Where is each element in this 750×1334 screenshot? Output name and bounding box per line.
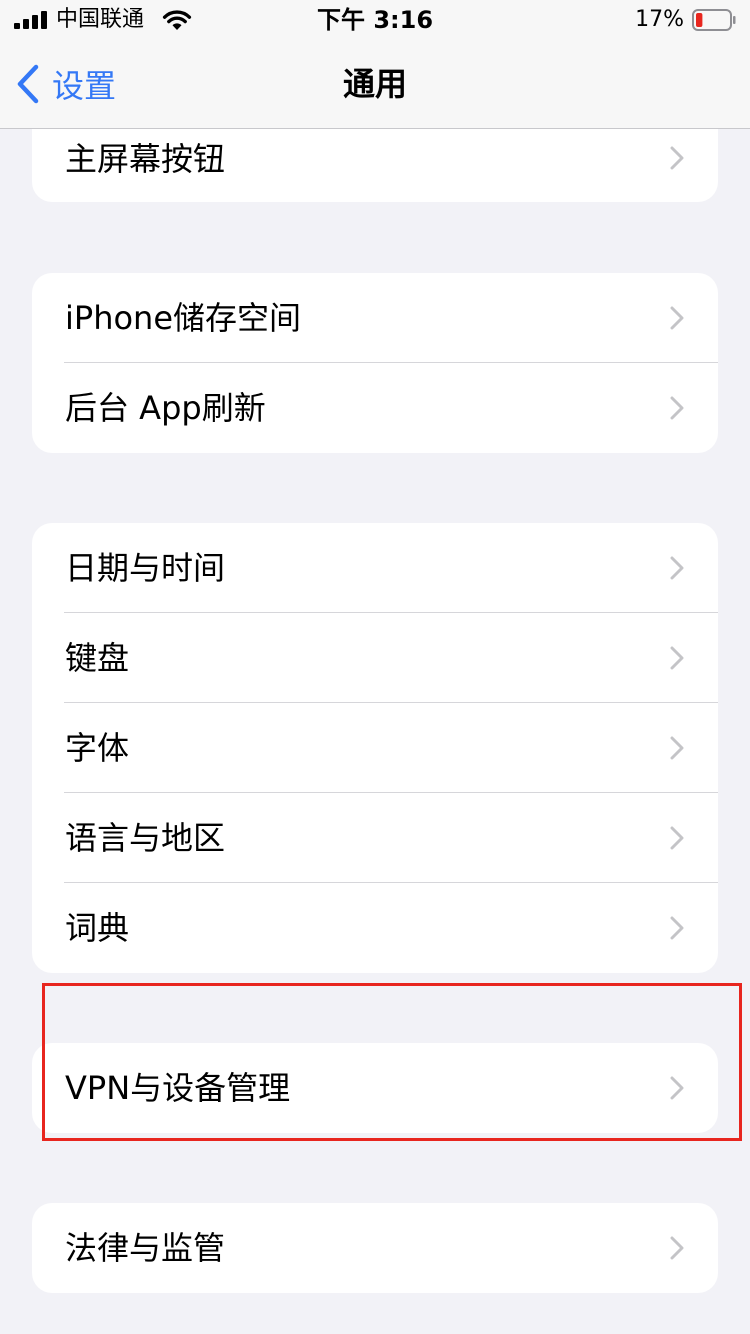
chevron-right-icon — [670, 646, 684, 670]
list-item-iphone-storage[interactable]: iPhone储存空间 — [32, 273, 718, 363]
chevron-right-icon — [670, 1236, 684, 1260]
status-bar: 中国联通 下午 3:16 17% — [0, 0, 750, 40]
list-item-keyboard[interactable]: 键盘 — [32, 613, 718, 703]
chevron-right-icon — [670, 396, 684, 420]
list-item-background-app-refresh[interactable]: 后台 App刷新 — [32, 363, 718, 453]
list-item-legal-regulatory[interactable]: 法律与监管 — [32, 1203, 718, 1293]
list-item-label: 法律与监管 — [65, 1229, 226, 1267]
group-legal: 法律与监管 — [32, 1203, 718, 1293]
settings-list[interactable]: 主屏幕按钮 iPhone储存空间 后台 App刷新 日期与时间 键盘 字体 语言… — [0, 129, 750, 1334]
list-item-label: 键盘 — [65, 639, 130, 677]
list-item-label: iPhone储存空间 — [65, 299, 302, 337]
chevron-right-icon — [670, 146, 684, 170]
list-item-dictionary[interactable]: 词典 — [32, 883, 718, 973]
list-item-language-region[interactable]: 语言与地区 — [32, 793, 718, 883]
list-item-date-time[interactable]: 日期与时间 — [32, 523, 718, 613]
chevron-right-icon — [670, 306, 684, 330]
chevron-right-icon — [670, 916, 684, 940]
list-item-fonts[interactable]: 字体 — [32, 703, 718, 793]
group-storage: iPhone储存空间 后台 App刷新 — [32, 273, 718, 453]
list-item-home-button[interactable]: 主屏幕按钮 — [32, 129, 718, 202]
battery-percent: 17% — [635, 7, 684, 32]
chevron-right-icon — [670, 826, 684, 850]
list-item-label: 主屏幕按钮 — [65, 140, 226, 178]
navigation-bar: 设置 通用 — [0, 40, 750, 129]
group-locale: 日期与时间 键盘 字体 语言与地区 词典 — [32, 523, 718, 973]
list-item-label: 词典 — [65, 909, 130, 947]
list-item-label: 后台 App刷新 — [65, 389, 266, 427]
page-title: 通用 — [342, 65, 407, 103]
list-item-label: 语言与地区 — [65, 819, 226, 857]
chevron-right-icon — [670, 556, 684, 580]
battery-icon — [692, 9, 736, 31]
highlight-annotation — [42, 983, 742, 1141]
list-item-label: 字体 — [65, 729, 130, 767]
group-home-button: 主屏幕按钮 — [32, 129, 718, 202]
list-item-label: 日期与时间 — [65, 549, 226, 587]
chevron-right-icon — [670, 736, 684, 760]
